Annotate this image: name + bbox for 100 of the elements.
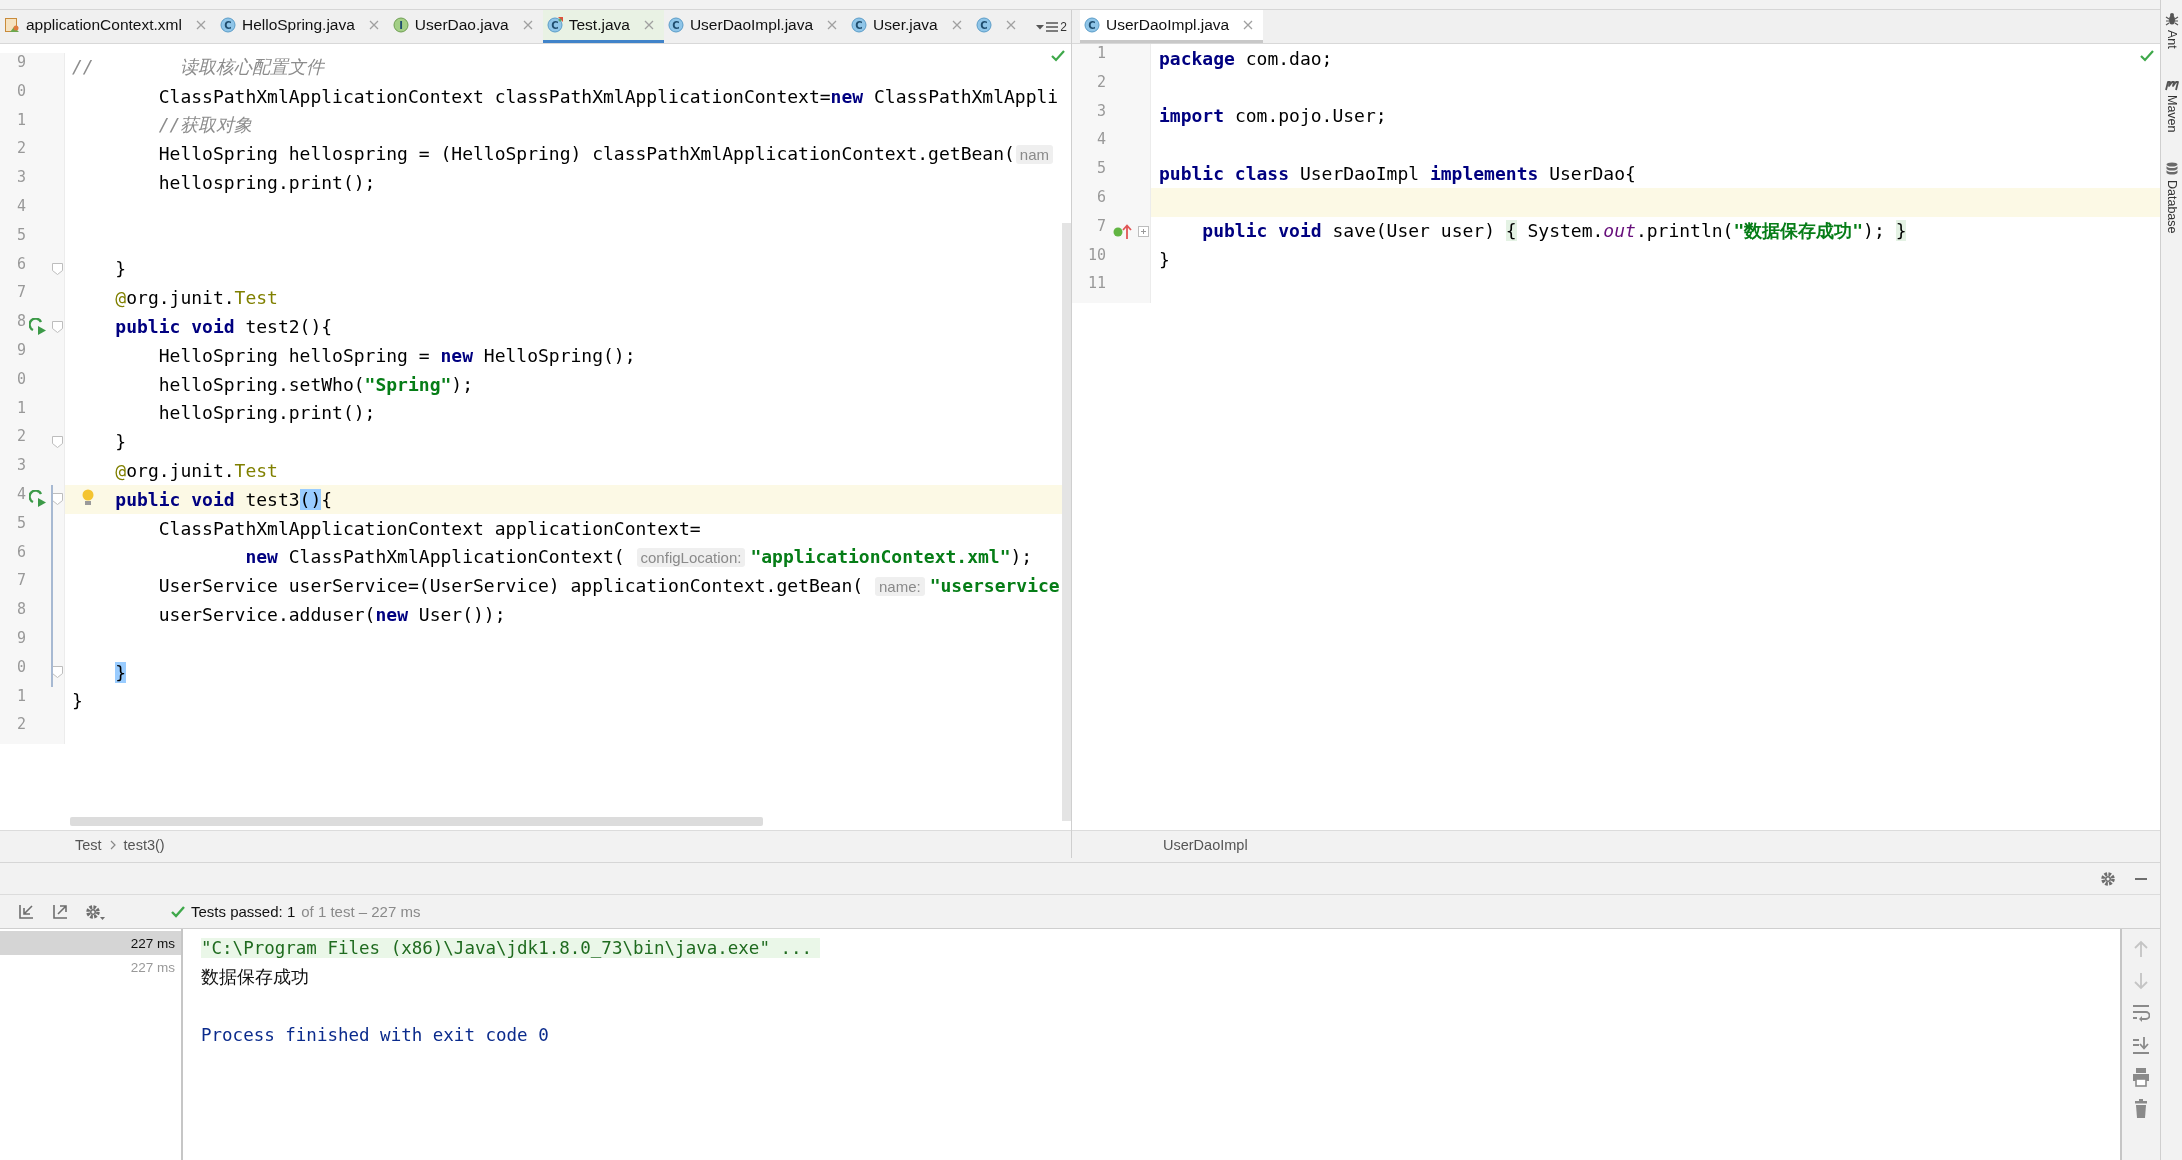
line-number: 0 <box>15 81 26 102</box>
code-line: helloSpring.print(); <box>157 402 376 424</box>
run-icon[interactable] <box>29 317 47 336</box>
class-icon: C <box>851 17 868 33</box>
code-line: @org.junit.Test <box>114 460 278 482</box>
line-number: 2 <box>15 139 26 160</box>
up-arrow-icon[interactable] <box>2133 939 2149 959</box>
fold-icon[interactable] <box>51 435 63 448</box>
line-number: 3 <box>1095 101 1107 122</box>
test-summary: of 1 test – 227 ms <box>301 903 421 920</box>
trash-icon[interactable] <box>2133 1099 2149 1119</box>
editor-tab[interactable]: C HelloSpring.java <box>215 10 389 43</box>
line-number: 11 <box>1086 274 1107 295</box>
code-line: UserService userService=(UserService) applicationContext.getBean( name: "userservice <box>157 575 1060 597</box>
editor-tab[interactable]: I UserDao.java <box>388 10 543 43</box>
line-number: 10 <box>1086 245 1107 266</box>
line-number: 1 <box>1095 44 1107 64</box>
line-number: 1 <box>15 398 26 419</box>
check-icon <box>171 905 185 918</box>
class-icon: C <box>219 17 236 33</box>
caret-icon <box>1036 23 1045 30</box>
code-line: hellospring.print(); <box>157 172 376 194</box>
interface-icon: I <box>392 17 409 33</box>
test-status: Tests passed: 1 <box>191 903 296 920</box>
line-number: 5 <box>15 225 26 246</box>
code-line: } <box>114 431 127 453</box>
code-line: ClassPathXmlApplicationContext applicationContext= <box>157 517 701 539</box>
database-icon <box>2165 162 2178 177</box>
code-line: public class UserDaoImpl implements UserDao{ <box>1159 163 1636 185</box>
editor-tab[interactable]: C <box>971 10 1026 43</box>
code-line: helloSpring.setWho("Spring"); <box>157 373 473 395</box>
fold-icon[interactable] <box>51 320 63 333</box>
line-number: 5 <box>15 513 26 534</box>
tool-window-button[interactable]: Ant <box>2164 30 2179 49</box>
run-icon[interactable] <box>29 490 47 509</box>
fold-icon[interactable] <box>51 262 63 275</box>
close-icon[interactable] <box>1243 20 1254 30</box>
fold-icon[interactable] <box>51 493 63 506</box>
close-icon[interactable] <box>195 20 206 30</box>
console-line: 数据保存成功 <box>201 965 309 989</box>
code-line: HelloSpring hellospring = (HelloSpring) classPathXmlApplicationContext.getBean( nam <box>72 143 1058 165</box>
bug-icon <box>2164 12 2179 26</box>
fold-icon[interactable] <box>1137 225 1149 237</box>
settings-icon[interactable] <box>2100 870 2116 887</box>
fold-icon[interactable] <box>51 666 63 679</box>
code-line: public void test2(){ <box>114 316 333 338</box>
editor-tab[interactable]: C UserDaoImpl.java <box>1080 10 1264 43</box>
line-number: 7 <box>1095 216 1107 237</box>
line-number: 9 <box>15 53 26 73</box>
close-icon[interactable] <box>951 20 962 30</box>
down-arrow-icon[interactable] <box>2133 971 2149 991</box>
settings-icon[interactable] <box>85 902 105 921</box>
line-number: 8 <box>15 312 26 333</box>
code-line: // 读取核心配置文件 <box>72 55 325 80</box>
chevron-icon <box>109 839 116 850</box>
line-number: 5 <box>1095 159 1107 180</box>
bulb-icon[interactable] <box>82 488 94 507</box>
tab-overflow-button[interactable]: 2 <box>1032 10 1071 43</box>
line-number: 1 <box>15 686 26 707</box>
line-number: 6 <box>15 542 26 563</box>
line-number: 3 <box>15 168 26 189</box>
editor-tab[interactable]: C UserDaoImpl.java <box>663 10 848 43</box>
breadcrumb-item[interactable]: UserDaoImpl <box>1163 836 1248 853</box>
wrap-icon[interactable] <box>2132 1003 2150 1023</box>
line-number: 2 <box>15 715 26 736</box>
scrollbar[interactable] <box>70 817 763 826</box>
close-icon[interactable] <box>643 20 654 30</box>
test-duration[interactable]: 227 ms <box>0 931 181 955</box>
collapse-icon[interactable] <box>17 902 35 921</box>
scroll-end-icon[interactable] <box>2132 1035 2150 1055</box>
class-icon: C <box>1084 17 1100 33</box>
print-icon[interactable] <box>2132 1067 2150 1087</box>
tool-window-button[interactable]: Maven <box>2164 94 2179 133</box>
code-line: import com.pojo.User; <box>1159 105 1387 127</box>
breadcrumb-item[interactable]: Test <box>75 836 102 853</box>
class-icon: C <box>975 17 992 33</box>
circle-arrow-icon[interactable] <box>1113 222 1133 241</box>
breadcrumb-item[interactable]: test3() <box>123 836 165 853</box>
editor-tab[interactable]: C User.java <box>847 10 972 43</box>
code-line: } <box>114 258 127 280</box>
code-line: } <box>72 690 83 712</box>
editor-tab[interactable]: applicationContext.xml <box>0 10 216 43</box>
line-number: 8 <box>15 600 26 621</box>
line-number: 2 <box>1095 72 1107 93</box>
expand-icon[interactable] <box>51 902 69 921</box>
close-icon[interactable] <box>1005 20 1016 30</box>
code-line: } <box>1159 249 1170 271</box>
editor-tab[interactable]: C Test.java <box>542 10 664 43</box>
code-line: @org.junit.Test <box>114 287 278 309</box>
line-number: 9 <box>15 628 26 649</box>
code-line: HelloSpring helloSpring = new HelloSpring(); <box>157 344 636 366</box>
scrollbar[interactable] <box>1062 223 1071 821</box>
tool-window-button[interactable]: Database <box>2164 180 2179 234</box>
close-icon[interactable] <box>827 20 838 30</box>
close-icon[interactable] <box>368 20 379 30</box>
m-icon <box>2164 78 2179 91</box>
line-number: 9 <box>15 340 26 361</box>
close-icon[interactable] <box>522 20 533 30</box>
class-icon: C <box>546 17 563 33</box>
class-icon: C <box>667 17 684 33</box>
